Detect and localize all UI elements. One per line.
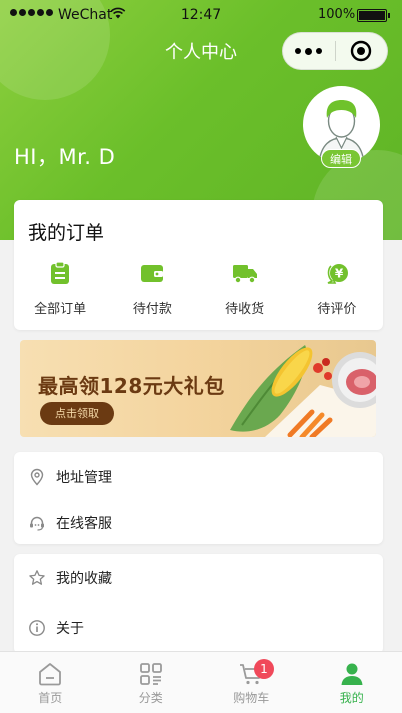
location-icon (14, 468, 56, 486)
yen-badge-icon: ¥ (324, 260, 350, 286)
tab-label: 购物车 (233, 691, 270, 705)
close-target-icon[interactable] (335, 40, 387, 62)
banner-claim-button[interactable]: 点击领取 (40, 402, 114, 425)
tab-bar: 首页 分类 购物车 1 我的 (0, 651, 402, 713)
menu-item-label: 我的收藏 (56, 571, 112, 587)
menu-item-label: 地址管理 (56, 470, 112, 486)
status-bar: WeChat 12:47 100% (0, 0, 402, 32)
banner-title: 最高领128元大礼包 (38, 374, 225, 398)
tab-cart[interactable]: 购物车 1 (201, 652, 302, 713)
battery-icon (357, 9, 390, 22)
category-icon (139, 663, 162, 685)
cart-badge: 1 (254, 659, 274, 679)
menu-item-favorites[interactable]: 我的收藏 (14, 555, 383, 601)
user-greeting: HI，Mr. D (14, 145, 116, 169)
my-orders-card: 我的订单 全部订单 待付款 待收货 ¥ 待评价 (14, 200, 383, 330)
mini-program-capsule (282, 32, 388, 70)
promo-banner[interactable]: 最高领128元大礼包 点击领取 (20, 340, 376, 437)
orders-title: 我的订单 (28, 222, 105, 244)
tab-label: 分类 (138, 691, 163, 705)
order-item-label: 待评价 (317, 302, 357, 317)
more-icon[interactable] (283, 47, 335, 55)
truck-icon (232, 260, 258, 286)
order-pending-delivery-button[interactable]: 待收货 (199, 260, 291, 317)
menu-card-services: 地址管理 在线客服 (14, 452, 383, 544)
headset-icon (14, 514, 56, 532)
menu-item-customer-service[interactable]: 在线客服 (14, 500, 383, 546)
user-icon (341, 663, 363, 685)
tab-category[interactable]: 分类 (101, 652, 202, 713)
battery-percent: 100% (318, 7, 356, 22)
info-icon (14, 619, 56, 637)
menu-item-about[interactable]: 关于 (14, 605, 383, 651)
tab-profile[interactable]: 我的 (302, 652, 402, 713)
edit-profile-button[interactable]: 编辑 (321, 149, 361, 168)
home-icon (39, 663, 62, 686)
order-item-label: 待付款 (132, 302, 172, 317)
order-pending-payment-button[interactable]: 待付款 (106, 260, 198, 317)
order-all-button[interactable]: 全部订单 (14, 260, 106, 317)
svg-text:¥: ¥ (335, 267, 344, 281)
menu-card-misc: 我的收藏 关于 (14, 554, 383, 654)
menu-item-address[interactable]: 地址管理 (14, 454, 383, 500)
star-icon (14, 569, 56, 587)
menu-item-label: 关于 (56, 621, 84, 637)
wallet-icon (139, 260, 165, 286)
tab-home[interactable]: 首页 (0, 652, 101, 713)
order-pending-review-button[interactable]: ¥ 待评价 (291, 260, 383, 317)
tab-label: 我的 (339, 691, 364, 705)
tab-label: 首页 (38, 691, 63, 705)
order-item-label: 待收货 (225, 302, 265, 317)
menu-item-label: 在线客服 (56, 516, 112, 532)
clipboard-icon (47, 260, 73, 286)
order-item-label: 全部订单 (34, 302, 87, 317)
